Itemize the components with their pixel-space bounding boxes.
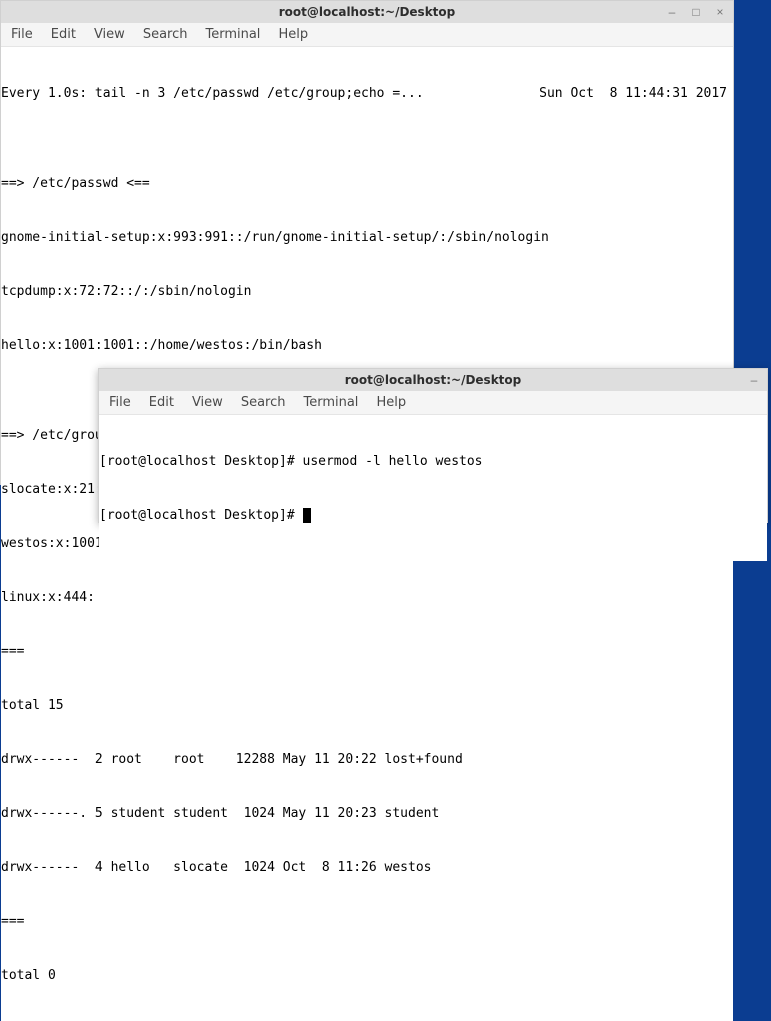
window-controls: – bbox=[747, 373, 761, 387]
menubar-front: File Edit View Search Terminal Help bbox=[99, 391, 767, 415]
command-text: usermod -l hello westos bbox=[303, 454, 483, 469]
maximize-icon[interactable]: □ bbox=[689, 5, 703, 19]
minimize-icon[interactable]: – bbox=[665, 5, 679, 19]
minimize-icon[interactable]: – bbox=[747, 373, 761, 387]
watch-command: Every 1.0s: tail -n 3 /etc/passwd /etc/g… bbox=[1, 85, 424, 103]
menu-terminal[interactable]: Terminal bbox=[303, 395, 358, 410]
prompt: [root@localhost Desktop]# bbox=[99, 454, 303, 469]
terminal-window-front: root@localhost:~/Desktop – File Edit Vie… bbox=[98, 368, 768, 523]
menu-edit[interactable]: Edit bbox=[51, 27, 76, 42]
window-controls: – □ × bbox=[665, 5, 727, 19]
menu-search[interactable]: Search bbox=[241, 395, 286, 410]
prompt: [root@localhost Desktop]# bbox=[99, 508, 303, 523]
watch-timestamp: Sun Oct 8 11:44:31 2017 bbox=[539, 85, 727, 103]
menu-help[interactable]: Help bbox=[278, 27, 308, 42]
titlebar-back[interactable]: root@localhost:~/Desktop – □ × bbox=[1, 1, 733, 23]
menu-file[interactable]: File bbox=[109, 395, 131, 410]
terminal-line: === bbox=[1, 913, 733, 931]
terminal-line: drwx------ 2 root root 12288 May 11 20:2… bbox=[1, 751, 733, 769]
menu-view[interactable]: View bbox=[94, 27, 125, 42]
terminal-line: ==> /etc/passwd <== bbox=[1, 175, 733, 193]
terminal-line: hello:x:1001:1001::/home/westos:/bin/bas… bbox=[1, 337, 733, 355]
menu-edit[interactable]: Edit bbox=[149, 395, 174, 410]
terminal-line: tcpdump:x:72:72::/:/sbin/nologin bbox=[1, 283, 733, 301]
menu-view[interactable]: View bbox=[192, 395, 223, 410]
menubar-back: File Edit View Search Terminal Help bbox=[1, 23, 733, 47]
terminal-line: total 0 bbox=[1, 967, 733, 985]
close-icon[interactable]: × bbox=[713, 5, 727, 19]
menu-file[interactable]: File bbox=[11, 27, 33, 42]
menu-terminal[interactable]: Terminal bbox=[205, 27, 260, 42]
terminal-line: === bbox=[1, 643, 733, 661]
menu-search[interactable]: Search bbox=[143, 27, 188, 42]
terminal-line: total 15 bbox=[1, 697, 733, 715]
titlebar-front[interactable]: root@localhost:~/Desktop – bbox=[99, 369, 767, 391]
terminal-line: gnome-initial-setup:x:993:991::/run/gnom… bbox=[1, 229, 733, 247]
window-title: root@localhost:~/Desktop bbox=[345, 373, 522, 387]
cursor-icon bbox=[303, 508, 311, 523]
terminal-line: drwx------. 5 student student 1024 May 1… bbox=[1, 805, 733, 823]
terminal-output-front[interactable]: [root@localhost Desktop]# usermod -l hel… bbox=[99, 415, 767, 561]
terminal-line: drwx------ 4 hello slocate 1024 Oct 8 11… bbox=[1, 859, 733, 877]
menu-help[interactable]: Help bbox=[376, 395, 406, 410]
terminal-line: linux:x:444: bbox=[1, 589, 733, 607]
window-title: root@localhost:~/Desktop bbox=[279, 5, 456, 19]
